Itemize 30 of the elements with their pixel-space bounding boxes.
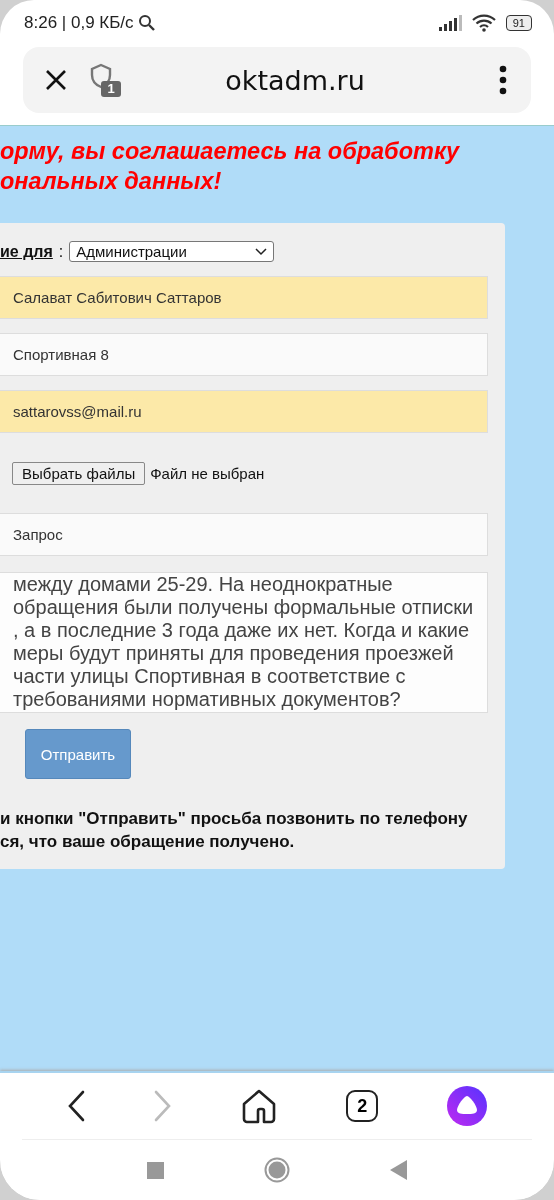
close-icon[interactable] bbox=[45, 69, 67, 91]
battery-level: 91 bbox=[505, 15, 532, 31]
note-text: и кнопки "Отправить" просьба позвонить по телефону bbox=[0, 809, 468, 828]
signal-icon bbox=[437, 15, 462, 31]
choose-files-button[interactable]: Выбрать файлы bbox=[12, 462, 146, 485]
tabs-button[interactable]: 2 bbox=[346, 1090, 379, 1122]
separator-text: : bbox=[58, 242, 64, 261]
recents-icon[interactable] bbox=[147, 1161, 164, 1179]
wifi-icon bbox=[471, 14, 496, 32]
caret-icon bbox=[255, 247, 268, 256]
url-text[interactable]: oktadm.ru bbox=[141, 64, 449, 96]
note-text: ся, что ваше обращение получено. bbox=[0, 832, 295, 851]
message-textarea[interactable]: между домами 25-29. На неоднократные обращения были получены формальные отписки , а в последние 3 года даже их нет. Когда и какие меры будут приняты для проведения проезжей части улицы Спортивная в соответствие с требованиями нормативных документов? bbox=[0, 572, 488, 713]
home-icon[interactable] bbox=[240, 1088, 277, 1124]
consent-notice: орму, вы соглашаетесь на обработку bbox=[0, 138, 460, 164]
input-field[interactable]: Салават Сабитович Саттаров bbox=[0, 276, 488, 319]
back-triangle-icon[interactable] bbox=[390, 1160, 407, 1180]
menu-icon[interactable] bbox=[499, 65, 507, 95]
search-icon bbox=[137, 14, 156, 32]
recipient-label: ие для bbox=[0, 242, 53, 261]
back-icon[interactable] bbox=[66, 1090, 85, 1122]
home-circle-icon[interactable] bbox=[264, 1157, 290, 1183]
recipient-select[interactable]: Администрации bbox=[69, 241, 275, 262]
input-field[interactable]: Запрос bbox=[0, 513, 488, 556]
input-field[interactable]: sattarovss@mail.ru bbox=[0, 390, 488, 433]
consent-notice: ональных данных! bbox=[0, 168, 222, 194]
status-time: 8:26 | 0,9 КБ/с bbox=[24, 13, 134, 33]
assistant-icon[interactable] bbox=[447, 1086, 488, 1126]
input-field[interactable]: Спортивная 8 bbox=[0, 333, 488, 376]
file-status: Файл не выбран bbox=[150, 465, 265, 482]
